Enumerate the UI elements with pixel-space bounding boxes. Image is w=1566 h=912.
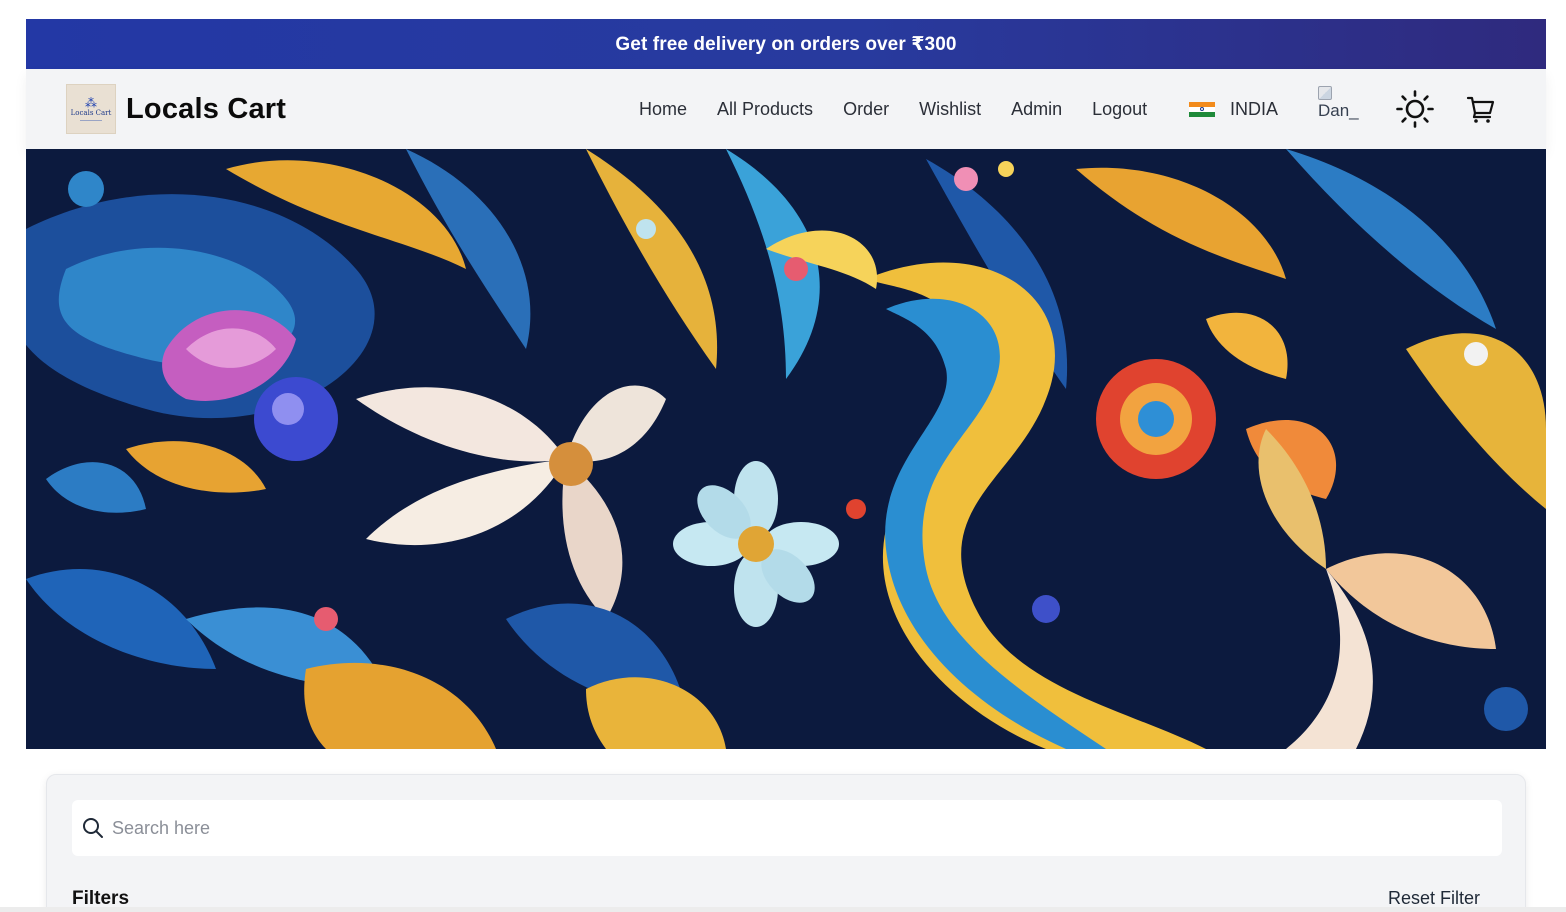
country-name: INDIA (1230, 99, 1279, 119)
navbar: ⁂ Locals Cart Locals Cart Home All Produ… (26, 69, 1546, 149)
nav-link-logout[interactable]: Logout (1092, 99, 1147, 120)
cart-button[interactable] (1466, 94, 1496, 124)
avatar-alt-text: Dan_ (1318, 101, 1359, 120)
promo-banner: Get free delivery on orders over ₹300 (26, 19, 1546, 69)
search-icon (83, 818, 103, 838)
promo-text: Get free delivery on orders over ₹300 (615, 33, 957, 55)
brand[interactable]: ⁂ Locals Cart Locals Cart (66, 84, 286, 134)
floral-pattern-image (26, 149, 1546, 749)
nav-link-admin[interactable]: Admin (1011, 99, 1062, 120)
brand-logo[interactable]: ⁂ Locals Cart (66, 84, 116, 134)
reset-filter-button[interactable]: Reset Filter (1388, 888, 1480, 909)
hero-banner-image (26, 149, 1546, 749)
sun-icon (1396, 90, 1434, 128)
nav-links: Home All Products Order Wishlist Admin L… (639, 69, 1177, 149)
brand-logo-text: Locals Cart (70, 109, 112, 117)
nav-link-wishlist[interactable]: Wishlist (919, 99, 981, 120)
cart-icon (1466, 96, 1495, 123)
logo-divider (80, 120, 102, 121)
india-flag-icon (1189, 101, 1215, 118)
country-selector[interactable]: INDIA (1189, 99, 1278, 120)
avatar[interactable]: Dan_ (1318, 86, 1368, 130)
nav-link-order[interactable]: Order (843, 99, 889, 120)
nav-link-all-products[interactable]: All Products (717, 99, 813, 120)
page: Get free delivery on orders over ₹300 ⁂ … (0, 0, 1566, 912)
search-box[interactable] (72, 800, 1502, 856)
broken-image-icon (1318, 86, 1332, 100)
nav-link-home[interactable]: Home (639, 99, 687, 120)
theme-toggle-button[interactable] (1396, 90, 1434, 128)
filter-panel: Filters Reset Filter (46, 774, 1526, 912)
viewport-bottom-edge (0, 907, 1566, 912)
search-input[interactable] (112, 817, 1462, 839)
brand-name[interactable]: Locals Cart (126, 93, 286, 126)
bow-icon: ⁂ (85, 96, 97, 110)
